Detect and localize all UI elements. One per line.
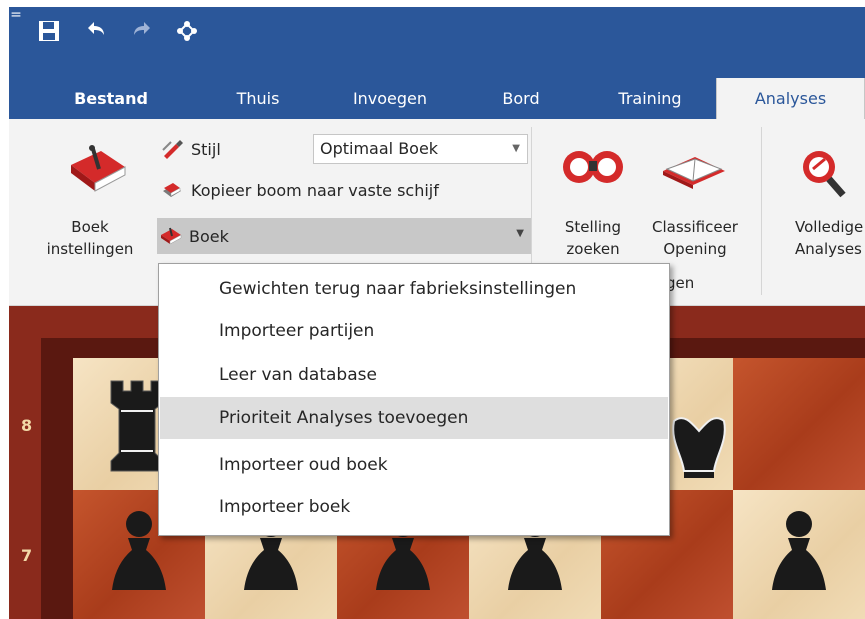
tab-invoegen[interactable]: Invoegen xyxy=(335,78,445,119)
menu-item-import-book[interactable]: Importeer boek xyxy=(160,486,668,528)
small-red-book-icon xyxy=(161,227,182,245)
search-position-button[interactable]: Stelling zoeken xyxy=(543,127,643,277)
menu-item-reset-weights[interactable]: Gewichten terug naar fabrieksinstellinge… xyxy=(160,268,668,310)
engine-tree-icon[interactable] xyxy=(175,19,199,43)
book-settings-button[interactable]: Boek instellingen xyxy=(25,127,155,277)
search-position-label-line1: Stelling xyxy=(564,218,622,236)
search-position-label-line2: zoeken xyxy=(566,240,620,258)
black-king-piece[interactable] xyxy=(664,391,734,481)
rank-label-7: 7 xyxy=(21,546,33,565)
red-book-icon xyxy=(71,145,126,192)
copy-book-icon xyxy=(163,183,181,197)
rank-label-8: 8 xyxy=(21,416,33,435)
binoculars-icon xyxy=(563,151,623,183)
classify-opening-button[interactable]: Classificeer Opening xyxy=(641,127,749,277)
menu-item-add-priority-analyses[interactable]: Prioriteit Analyses toevoegen xyxy=(160,397,668,439)
book-settings-label-line1: Boek xyxy=(71,218,109,236)
tab-training[interactable]: Training xyxy=(594,78,706,119)
save-icon[interactable] xyxy=(37,19,61,43)
menu-item-import-games[interactable]: Importeer partijen xyxy=(160,310,668,352)
full-analysis-button[interactable]: Volledige Analyses xyxy=(773,127,865,277)
copy-tree-label: Kopieer boom naar vaste schijf xyxy=(191,180,439,200)
tab-bestand[interactable]: Bestand xyxy=(67,78,155,119)
style-brush-icon xyxy=(162,140,183,159)
book-dropdown-label: Boek xyxy=(189,226,229,246)
ribbon-group-label: gen xyxy=(666,274,695,292)
classify-opening-label-line2: Opening xyxy=(663,240,727,258)
black-pawn-piece[interactable] xyxy=(764,504,834,604)
full-analysis-label-line1: Volledige xyxy=(795,218,864,236)
app-window: = Bestand Thuis Invoegen Bord Training A… xyxy=(0,0,865,619)
tab-analyses[interactable]: Analyses xyxy=(716,78,865,119)
redo-icon[interactable] xyxy=(131,19,155,43)
tab-thuis[interactable]: Thuis xyxy=(219,78,297,119)
style-button[interactable]: Stijl xyxy=(161,134,221,164)
style-label: Stijl xyxy=(191,139,221,159)
customize-quick-access-icon[interactable]: = xyxy=(9,7,23,27)
undo-icon[interactable] xyxy=(83,19,107,43)
full-analysis-label-line2: Analyses xyxy=(795,240,862,258)
menu-item-import-old-book[interactable]: Importeer oud boek xyxy=(160,444,668,486)
ribbon-tab-bar: Bestand Thuis Invoegen Bord Training Ana… xyxy=(9,61,865,119)
magnifier-analysis-icon xyxy=(803,151,846,198)
open-book-icon xyxy=(663,157,725,189)
chevron-down-icon: ▼ xyxy=(516,228,524,239)
book-dropdown-button[interactable]: Boek ▼ xyxy=(157,218,531,254)
book-selector-value: Optimaal Boek xyxy=(320,139,439,158)
tab-bord[interactable]: Bord xyxy=(487,78,555,119)
square-f8[interactable] xyxy=(733,358,865,490)
copy-tree-button[interactable]: Kopieer boom naar vaste schijf xyxy=(161,175,439,205)
chevron-down-icon: ▼ xyxy=(512,143,520,154)
book-selector-combo[interactable]: Optimaal Boek ▼ xyxy=(313,134,528,164)
classify-opening-label-line1: Classificeer xyxy=(652,218,738,236)
book-settings-label-line2: instellingen xyxy=(46,240,134,258)
book-dropdown-menu: Gewichten terug naar fabrieksinstellinge… xyxy=(158,263,670,536)
ribbon-separator xyxy=(761,127,762,295)
quick-access-toolbar: = xyxy=(9,7,865,61)
menu-item-learn-from-database[interactable]: Leer van database xyxy=(160,354,668,396)
